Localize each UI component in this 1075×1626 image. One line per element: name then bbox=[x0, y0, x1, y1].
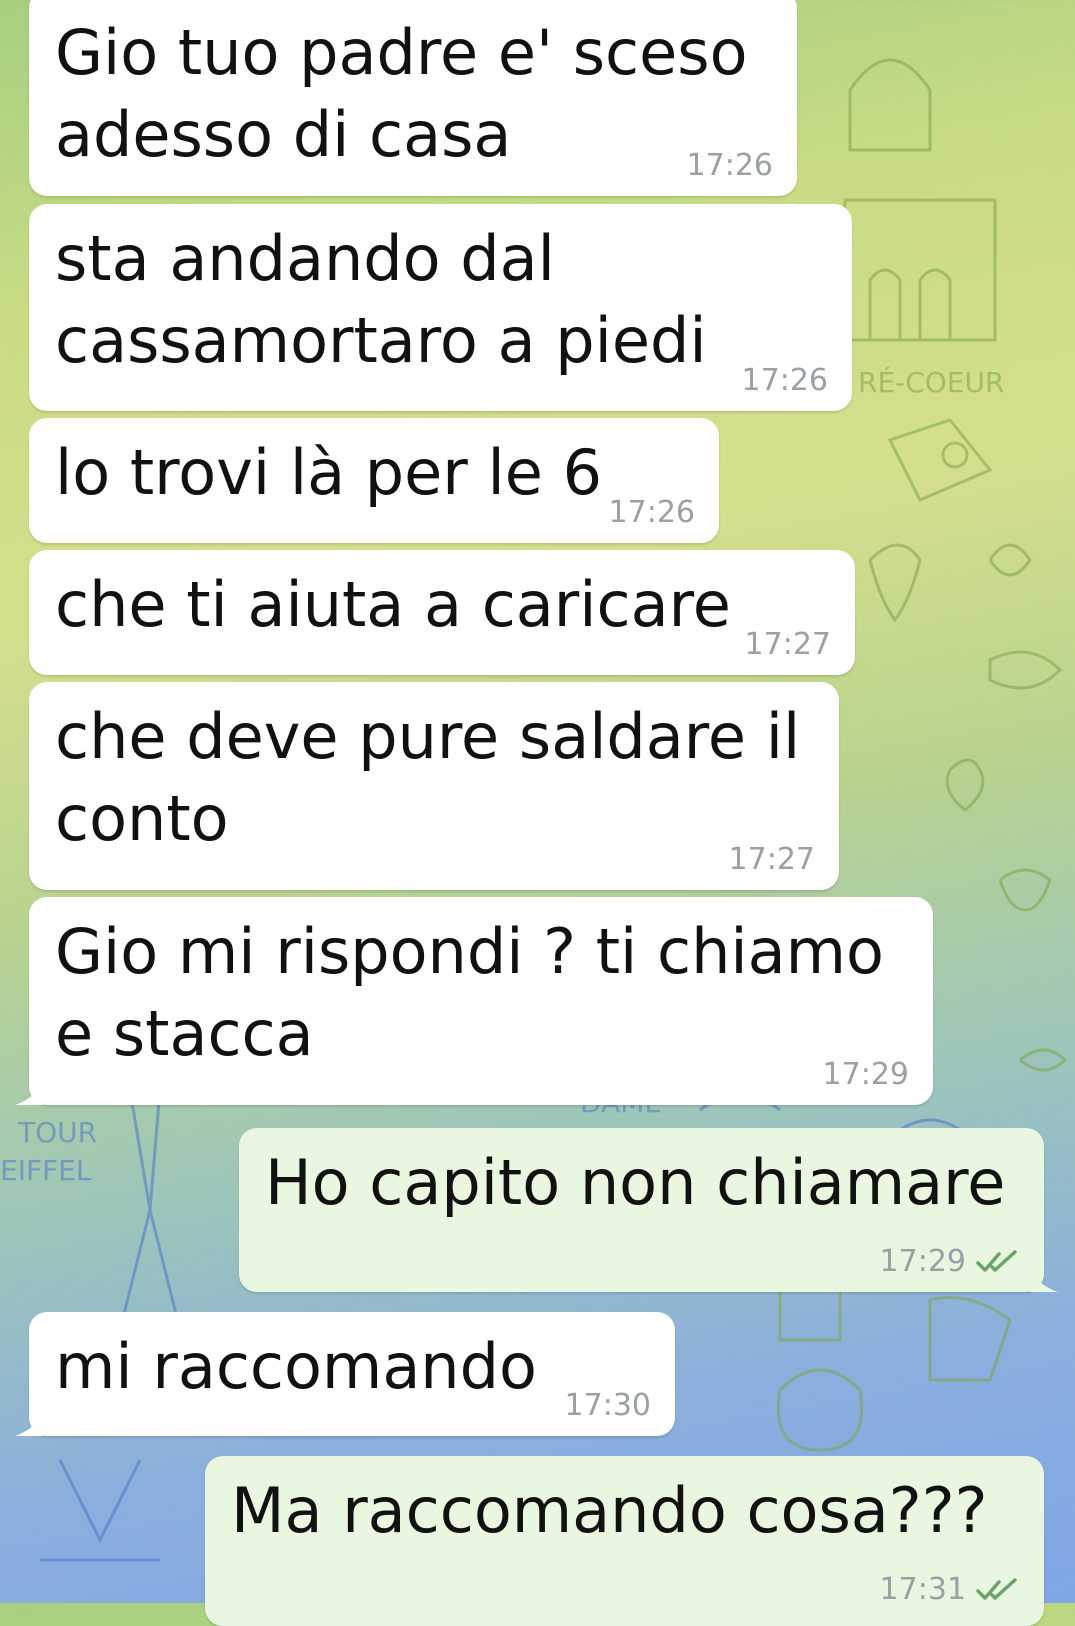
message-meta: 17:26 bbox=[609, 495, 695, 531]
incoming-message[interactable]: che ti aiuta a caricare 17:27 bbox=[29, 550, 855, 675]
message-text: Gio mi rispondi ? ti chiamo e stacca bbox=[55, 915, 884, 1070]
bubble-tail bbox=[1030, 1270, 1058, 1292]
incoming-message[interactable]: lo trovi là per le 6 17:26 bbox=[29, 418, 719, 543]
message-time: 17:30 bbox=[564, 1388, 651, 1423]
outgoing-message[interactable]: Ho capito non chiamare 17:29 bbox=[239, 1128, 1058, 1292]
outgoing-message[interactable]: Ma raccomando cosa??? 17:31 bbox=[205, 1456, 1044, 1626]
incoming-message[interactable]: Gio mi rispondi ? ti chiamo e stacca 17:… bbox=[15, 897, 933, 1105]
message-text: Ho capito non chiamare bbox=[265, 1146, 1006, 1219]
double-check-icon bbox=[976, 1578, 1017, 1600]
message-text: che ti aiuta a caricare bbox=[55, 568, 731, 641]
message-time: 17:26 bbox=[608, 495, 695, 530]
message-meta: 17:29 bbox=[880, 1244, 1020, 1280]
message-time: 17:29 bbox=[822, 1057, 909, 1092]
message-text: Ma raccomando cosa??? bbox=[231, 1474, 988, 1547]
message-meta: 17:27 bbox=[745, 627, 831, 663]
message-meta: 17:26 bbox=[687, 148, 773, 184]
message-meta: 17:27 bbox=[729, 842, 815, 878]
incoming-message[interactable]: sta andando dal cassamortaro a piedi 17:… bbox=[29, 204, 852, 411]
message-text: Gio tuo padre e' sceso adesso di casa bbox=[55, 16, 748, 171]
message-time: 17:26 bbox=[686, 148, 773, 183]
message-time: 17:27 bbox=[744, 627, 831, 662]
message-time: 17:26 bbox=[741, 363, 828, 398]
message-list[interactable]: Gio tuo padre e' sceso adesso di casa 17… bbox=[0, 0, 1075, 1626]
message-meta: 17:29 bbox=[823, 1057, 909, 1093]
message-text: lo trovi là per le 6 bbox=[55, 436, 603, 509]
message-time: 17:29 bbox=[879, 1244, 966, 1279]
message-meta: 17:26 bbox=[742, 363, 828, 399]
incoming-message[interactable]: che deve pure saldare il conto 17:27 bbox=[29, 682, 839, 890]
incoming-message[interactable]: mi raccomando 17:30 bbox=[15, 1312, 675, 1436]
incoming-message[interactable]: Gio tuo padre e' sceso adesso di casa 17… bbox=[29, 0, 797, 196]
message-text: che deve pure saldare il conto bbox=[55, 700, 801, 855]
bubble-tail bbox=[15, 1414, 43, 1436]
message-text: mi raccomando bbox=[55, 1330, 537, 1403]
double-check-icon bbox=[976, 1250, 1017, 1272]
bubble-tail bbox=[15, 1083, 43, 1105]
message-meta: 17:30 bbox=[565, 1388, 651, 1424]
message-text: sta andando dal cassamortaro a piedi bbox=[55, 222, 707, 377]
message-time: 17:27 bbox=[728, 842, 815, 877]
